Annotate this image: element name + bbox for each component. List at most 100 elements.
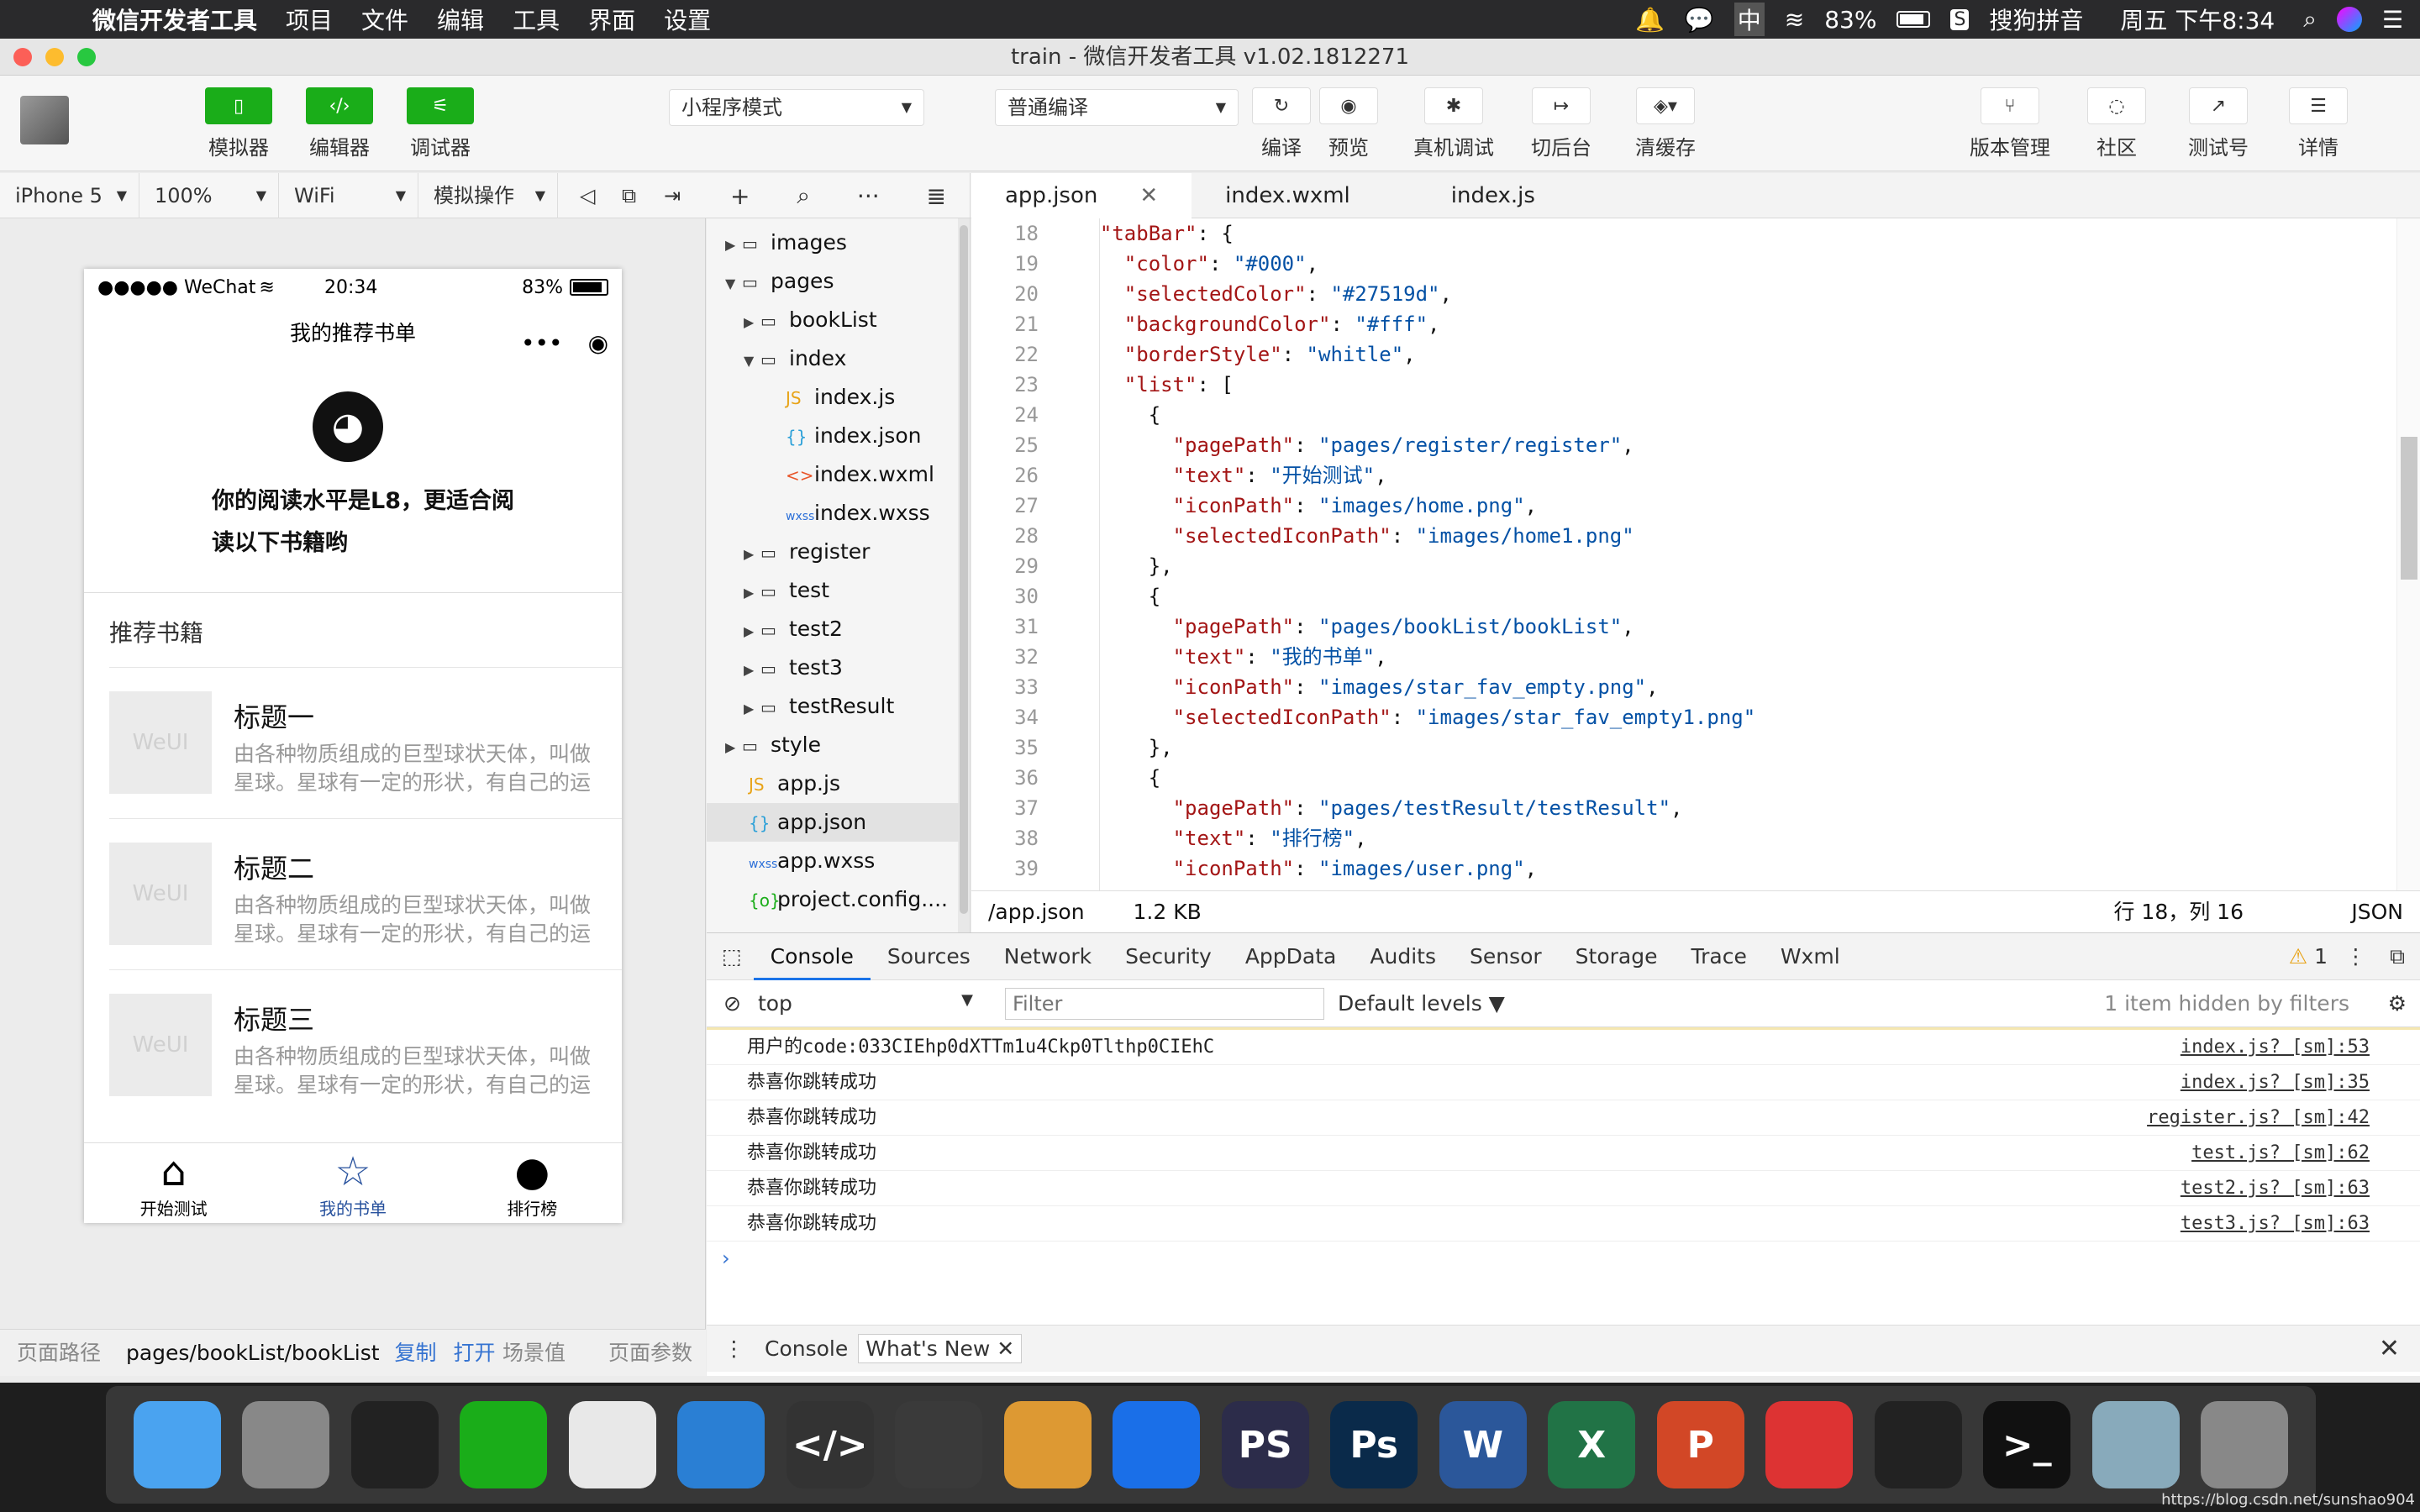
context-select[interactable]: top ▼ <box>758 991 985 1016</box>
book-item[interactable]: WeUI 标题二 由各种物质组成的巨型球状天体，叫做星球。星球有一定的形状，有自… <box>109 818 622 969</box>
chevron-right-icon[interactable]: ▶ <box>744 612 760 651</box>
dock-powerpoint-icon[interactable]: P <box>1656 1401 1744 1488</box>
code-line[interactable]: }, <box>1076 551 1755 581</box>
file-tree-item[interactable]: {} app.json <box>707 803 959 842</box>
dock-phpstorm-icon[interactable]: PS <box>1221 1401 1309 1488</box>
dock-chrome-icon[interactable] <box>568 1401 656 1488</box>
dock-toggle-icon[interactable]: ⇥ <box>659 173 706 218</box>
open-link[interactable]: 打开 <box>453 1341 495 1365</box>
menu-item-tools[interactable]: 工具 <box>513 3 560 36</box>
log-source-link[interactable]: test3.js? [sm]:63 <box>2181 1206 2370 1242</box>
dock-netease-music-icon[interactable] <box>1765 1401 1854 1488</box>
more-icon[interactable]: ··· <box>857 182 880 210</box>
mode-select[interactable]: 小程序模式 ▼ <box>669 89 924 126</box>
code-line[interactable]: "text": "我的书单", <box>1076 642 1755 672</box>
menu-item-settings[interactable]: 设置 <box>664 3 711 36</box>
clock[interactable]: 周五 下午8:34 <box>2120 3 2275 36</box>
devtools-tab-network[interactable]: Network <box>987 933 1108 980</box>
file-tree-item[interactable]: ▶ ▭ style <box>725 726 821 764</box>
file-tree-item[interactable]: wxssindex.wxss <box>762 494 930 533</box>
test-account-button[interactable]: ↗ 测试号 <box>2188 87 2249 160</box>
tab-index-js[interactable]: index.js <box>1384 173 1569 218</box>
chevron-right-icon[interactable]: ▶ <box>744 303 760 342</box>
file-tree-item[interactable]: JS index.js <box>762 378 895 417</box>
inspect-icon[interactable]: ⬚ <box>722 944 742 969</box>
clear-console-icon[interactable]: ⊘ <box>723 991 741 1016</box>
levels-select[interactable]: Default levels ▼ <box>1338 991 1505 1016</box>
sogou-icon[interactable]: S <box>1950 8 1970 30</box>
zoom-window-button[interactable] <box>77 48 96 66</box>
drawer-tab-whats-new[interactable]: What's New ✕ <box>858 1334 1023 1363</box>
chevron-down-icon[interactable]: ▼ <box>725 265 742 303</box>
file-tree-item[interactable]: ▶ ▭ test3 <box>744 648 843 687</box>
menu-item-edit[interactable]: 编辑 <box>437 3 484 36</box>
menu-item-project[interactable]: 项目 <box>286 3 333 36</box>
devtools-tab-audits[interactable]: Audits <box>1353 933 1453 980</box>
tab-start-test[interactable]: ⌂ 开始测试 <box>84 1143 263 1223</box>
code-line[interactable]: "iconPath": "images/star_fav_empty.png", <box>1076 672 1755 702</box>
dock-vs-code-icon[interactable] <box>677 1401 765 1488</box>
file-tree-item[interactable]: ▶ ▭ test <box>744 571 829 610</box>
tab-app-json[interactable]: app.json ✕ <box>971 173 1192 218</box>
dock-wechat-devtools-icon[interactable]: </> <box>786 1401 874 1488</box>
editor-scrollbar[interactable] <box>2396 218 2420 890</box>
operation-select[interactable]: 模拟操作 ▼ <box>418 173 558 218</box>
log-source-link[interactable]: register.js? [sm]:42 <box>2147 1100 2370 1136</box>
tab-ranking[interactable]: ● 排行榜 <box>443 1143 622 1223</box>
dock-terminal-icon[interactable]: >_ <box>1983 1401 2071 1488</box>
drawer-tab-console[interactable]: Console <box>765 1336 848 1361</box>
simulator-button[interactable]: ▯ 模拟器 <box>205 87 272 160</box>
devtools-tab-sources[interactable]: Sources <box>871 933 987 980</box>
tab-index-wxml[interactable]: index.wxml <box>1192 173 1384 218</box>
file-tree-item[interactable]: ▶ ▭ testResult <box>744 687 894 726</box>
warning-badge[interactable]: ⚠ 1 <box>2289 944 2328 969</box>
chevron-right-icon[interactable]: ▶ <box>725 728 742 767</box>
code-line[interactable]: "pagePath": "pages/testResult/testResult… <box>1076 793 1755 823</box>
dock-photo-icon[interactable] <box>1003 1401 1092 1488</box>
compile-select[interactable]: 普通编译 ▼ <box>995 89 1239 126</box>
dock-activity-monitor-icon[interactable] <box>1874 1401 1962 1488</box>
code-line[interactable]: "selectedColor": "#27519d", <box>1076 279 1755 309</box>
code-line[interactable]: "backgroundColor": "#fff", <box>1076 309 1755 339</box>
dock-qq-icon[interactable] <box>350 1401 439 1488</box>
file-tree-item[interactable]: JS app.js <box>725 764 840 803</box>
detach-icon[interactable]: ⧉ <box>617 173 659 218</box>
code-line[interactable]: "list": [ <box>1076 370 1755 400</box>
devtools-tab-trace[interactable]: Trace <box>1675 933 1764 980</box>
dock-excel-icon[interactable]: X <box>1548 1401 1636 1488</box>
input-method[interactable]: 搜狗拼音 <box>1989 3 2083 36</box>
dock-trash-icon[interactable] <box>2201 1401 2289 1488</box>
file-tree-item[interactable]: {o}project.config.... <box>725 880 948 919</box>
copy-link[interactable]: 复制 <box>395 1341 437 1365</box>
dock-word-icon[interactable]: W <box>1439 1401 1527 1488</box>
file-tree-item[interactable]: <>index.wxml <box>762 455 934 494</box>
log-source-link[interactable]: test2.js? [sm]:63 <box>2181 1171 2370 1206</box>
spotlight-icon[interactable]: ⌕ <box>2303 5 2317 34</box>
dock-preview-icon[interactable] <box>2091 1401 2180 1488</box>
search-icon[interactable]: ⌕ <box>797 181 810 210</box>
close-miniprogram-icon[interactable]: ◉ <box>588 316 608 371</box>
code-line[interactable]: "iconPath": "images/home.png", <box>1076 491 1755 521</box>
chevron-down-icon[interactable]: ▼ <box>744 342 760 381</box>
network-select[interactable]: WiFi ▼ <box>279 173 418 218</box>
close-drawer-icon[interactable]: ✕ <box>2379 1334 2400 1363</box>
file-tree-item[interactable]: ▶ ▭ bookList <box>744 301 877 339</box>
file-tree-item[interactable]: ▶ ▭ register <box>744 533 870 571</box>
code-line[interactable]: "pagePath": "pages/bookList/bookList", <box>1076 612 1755 642</box>
code-line[interactable]: "selectedIconPath": "images/star_fav_emp… <box>1076 702 1756 732</box>
add-icon[interactable]: + <box>730 182 750 210</box>
file-tree-item[interactable]: ▶ ▭ test2 <box>744 610 843 648</box>
book-item[interactable]: WeUI 标题一 由各种物质组成的巨型球状天体，叫做星球。星球有一定的形状，有自… <box>109 667 622 818</box>
devtools-tab-storage[interactable]: Storage <box>1559 933 1675 980</box>
collapse-icon[interactable]: ≣ <box>927 182 946 210</box>
more-dots-icon[interactable]: ••• <box>521 316 563 371</box>
chevron-right-icon[interactable]: ▶ <box>725 226 742 265</box>
code-content[interactable]: "tabBar": { "color": "#000", "selectedCo… <box>1076 218 1755 884</box>
input-char[interactable]: 中 <box>1733 3 1765 36</box>
code-line[interactable]: "tabBar": { <box>1076 218 1755 249</box>
devtools-tab-sensor[interactable]: Sensor <box>1453 933 1559 980</box>
close-icon[interactable]: ✕ <box>1139 183 1158 208</box>
code-line[interactable]: "borderStyle": "whitle", <box>1076 339 1755 370</box>
code-editor[interactable]: 18 19 20 21 22 23 24 25 26 27 28 29 30 31 32 33 34 35 36 37… <box>971 218 2420 890</box>
device-select[interactable]: iPhone 5 ▼ <box>0 173 139 218</box>
